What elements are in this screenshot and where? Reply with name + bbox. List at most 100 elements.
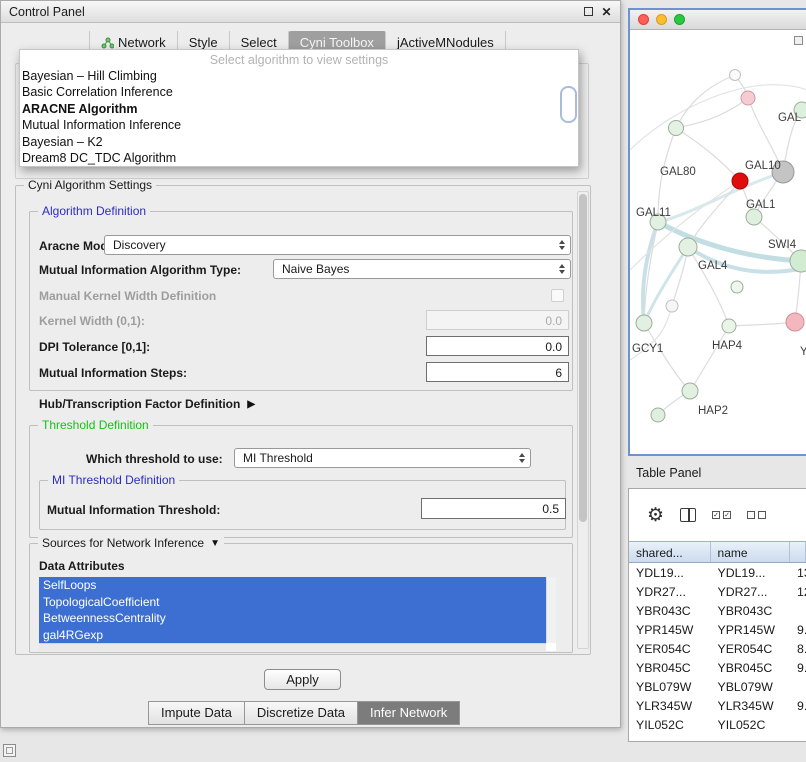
table-row[interactable]: YBL079W YBL079W	[629, 677, 806, 696]
table-panel-title: Table Panel	[636, 466, 701, 480]
node-label: GAL11	[636, 207, 671, 219]
column-header-partial[interactable]	[790, 542, 806, 562]
network-icon	[101, 37, 114, 49]
table-row[interactable]: YPR145W YPR145W 9.	[629, 620, 806, 639]
node-label-partial: Y	[800, 346, 806, 358]
control-panel-titlebar: Control Panel ✕	[1, 1, 620, 23]
network-window-titlebar	[630, 10, 806, 30]
zoom-traffic-light-icon[interactable]	[674, 14, 685, 25]
column-header-name[interactable]: name	[711, 542, 791, 562]
algorithm-popup-placeholder: Select algorithm to view settings	[20, 52, 578, 68]
dpi-tolerance-field[interactable]: 0.0	[426, 336, 569, 356]
control-panel-window: Control Panel ✕ Network Style Select	[0, 0, 621, 728]
network-node[interactable]	[741, 91, 755, 105]
attribute-item-selected[interactable]: TopologicalCoefficient	[39, 594, 546, 611]
attribute-list-vscrollbar[interactable]	[546, 577, 556, 643]
settings-scrollbar-thumb[interactable]	[579, 194, 587, 522]
spinner-arrows-icon	[559, 264, 565, 274]
apply-button[interactable]: Apply	[264, 669, 341, 690]
network-node[interactable]	[722, 319, 736, 333]
table-row[interactable]: YBR043C YBR043C	[629, 601, 806, 620]
attribute-item-selected[interactable]: BetweennessCentrality	[39, 610, 546, 627]
window-title: Control Panel	[9, 5, 85, 19]
collapsed-panel-icon[interactable]	[3, 744, 16, 757]
column-header-shared-name[interactable]: shared...	[629, 542, 711, 562]
tab-cyni-toolbox-label: Cyni Toolbox	[300, 35, 374, 50]
table-row[interactable]: YLR345W YLR345W 9.	[629, 696, 806, 715]
close-traffic-light-icon[interactable]	[638, 14, 649, 25]
algorithm-option[interactable]: Bayesian – Hill Climbing	[20, 68, 578, 84]
select-all-checks-icon[interactable]: ✓✓	[712, 511, 731, 519]
tab-jactivemnodules-label: jActiveMNodules	[397, 35, 494, 50]
float-window-icon[interactable]	[584, 7, 593, 16]
columns-icon[interactable]	[680, 508, 696, 522]
attribute-item-selected[interactable]: gal4RGexp	[39, 627, 546, 644]
aracne-mode-select[interactable]: Discovery	[104, 235, 571, 255]
combo-focus-ring-fragment	[560, 86, 577, 123]
network-node[interactable]	[651, 408, 665, 422]
settings-scrollbar[interactable]	[577, 191, 589, 649]
chevron-down-icon: ▼	[210, 538, 220, 549]
algorithm-option[interactable]: Basic Correlation Inference	[20, 84, 578, 100]
which-threshold-value: MI Threshold	[243, 451, 313, 465]
network-node[interactable]	[636, 315, 652, 331]
mi-algorithm-type-select[interactable]: Naive Bayes	[273, 259, 571, 279]
sources-group-title: Sources for Network Inference	[42, 536, 204, 550]
tab-impute-data[interactable]: Impute Data	[148, 701, 245, 725]
deselect-all-checks-icon[interactable]	[747, 511, 766, 519]
table-row[interactable]: YDR27... YDR27... 12	[629, 582, 806, 601]
data-attributes-label: Data Attributes	[39, 559, 125, 573]
node-label: GAL10	[745, 160, 781, 172]
network-node[interactable]	[731, 281, 743, 293]
threshold-definition-title: Threshold Definition	[38, 418, 153, 432]
network-view-window: GAL80 GAL10 GAL11 GAL1 SWI4 GAL4 GCY1 HA…	[628, 8, 806, 456]
aracne-mode-value: Discovery	[113, 238, 166, 252]
table-toolbar: ⚙ ✓✓	[629, 489, 806, 541]
tab-infer-network[interactable]: Infer Network	[357, 701, 460, 725]
network-node[interactable]	[666, 300, 678, 312]
network-node[interactable]	[730, 70, 741, 81]
spinner-arrows-icon	[559, 240, 565, 250]
network-node[interactable]	[682, 383, 698, 399]
node-label-partial: GAL	[778, 112, 802, 124]
bottom-tabs: Impute Data Discretize Data Infer Networ…	[149, 701, 460, 725]
attribute-list-hscrollbar[interactable]	[39, 643, 546, 651]
table-row[interactable]: YIL052C YIL052C	[629, 715, 806, 734]
mi-steps-field[interactable]: 6	[426, 362, 569, 382]
node-label: GAL80	[660, 166, 696, 178]
table-header: shared... name	[629, 541, 806, 563]
kernel-width-label: Kernel Width (0,1):	[39, 314, 145, 328]
close-icon[interactable]: ✕	[601, 6, 612, 17]
minimize-traffic-light-icon[interactable]	[656, 14, 667, 25]
network-node[interactable]	[669, 121, 684, 136]
gear-icon[interactable]: ⚙	[647, 506, 664, 525]
node-label: SWI4	[768, 239, 797, 251]
which-threshold-select[interactable]: MI Threshold	[234, 448, 531, 468]
hub-transcription-expander[interactable]: Hub/Transcription Factor Definition ▶	[39, 397, 255, 411]
node-label: GAL1	[746, 199, 775, 211]
tab-network-label: Network	[118, 35, 166, 50]
network-node[interactable]	[679, 238, 697, 256]
algorithm-option-selected[interactable]: ARACNE Algorithm	[20, 101, 578, 117]
table-row[interactable]: YER054C YER054C 8.	[629, 639, 806, 658]
sources-group-header[interactable]: Sources for Network Inference ▼	[38, 536, 224, 550]
mi-threshold-field[interactable]: 0.5	[421, 498, 566, 519]
attribute-item-selected[interactable]: SelfLoops	[39, 577, 546, 594]
network-node[interactable]	[746, 209, 762, 225]
algorithm-option[interactable]: Bayesian – K2	[20, 134, 578, 150]
mi-algorithm-type-label: Mutual Information Algorithm Type:	[39, 263, 241, 277]
settings-group-title: Cyni Algorithm Settings	[24, 178, 156, 192]
mi-threshold-group-title: MI Threshold Definition	[48, 473, 179, 487]
network-node[interactable]	[786, 313, 804, 331]
algorithm-option[interactable]: Mutual Information Inference	[20, 117, 578, 133]
node-label: HAP2	[698, 405, 728, 417]
table-body: YDL19... YDL19... 13 YDR27... YDR27... 1…	[629, 563, 806, 741]
network-node[interactable]	[732, 173, 748, 189]
birdseye-view-icon[interactable]	[794, 36, 803, 45]
algorithm-option[interactable]: Dream8 DC_TDC Algorithm	[20, 150, 578, 166]
tab-discretize-data[interactable]: Discretize Data	[244, 701, 358, 725]
kernel-width-field: 0.0	[426, 310, 569, 330]
table-row[interactable]: YBR045C YBR045C 9.	[629, 658, 806, 677]
mi-threshold-label: Mutual Information Threshold:	[47, 503, 220, 517]
table-row[interactable]: YDL19... YDL19... 13	[629, 563, 806, 582]
